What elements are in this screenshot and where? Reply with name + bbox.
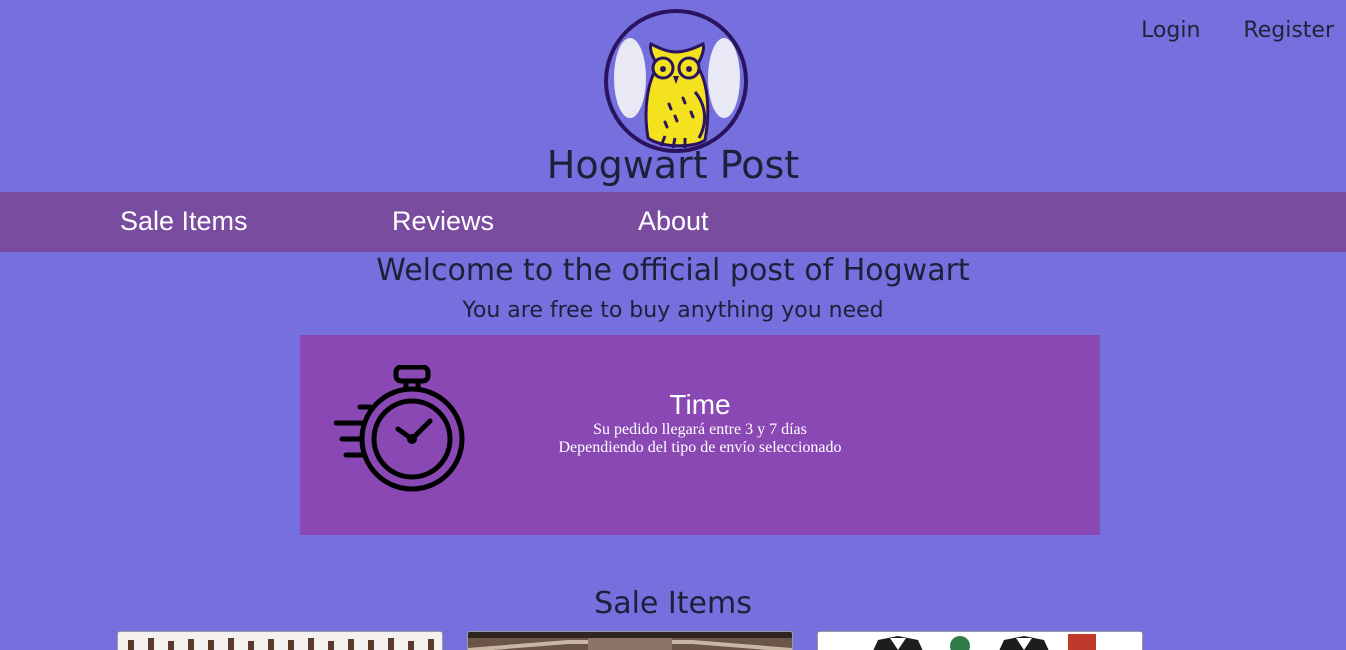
time-card-title: Time (669, 389, 731, 420)
main-nav: Sale Items Reviews About (0, 192, 1346, 252)
product-card-wood[interactable] (467, 631, 793, 650)
stopwatch-icon (334, 365, 465, 492)
nav-reviews[interactable]: Reviews (392, 206, 494, 237)
welcome-heading: Welcome to the official post of Hogwart (376, 253, 970, 288)
owl-logo (604, 9, 748, 153)
register-link[interactable]: Register (1243, 18, 1334, 43)
wood-image (468, 632, 792, 650)
sale-items-heading: Sale Items (594, 586, 752, 621)
login-link[interactable]: Login (1141, 18, 1200, 43)
nav-sale-items[interactable]: Sale Items (120, 206, 248, 237)
product-card-uniforms[interactable] (817, 631, 1143, 650)
uniforms-image (818, 632, 1142, 650)
wands-image (118, 632, 442, 650)
nav-about[interactable]: About (638, 206, 709, 237)
page: Login Register Hogwart Post Sale Items R… (0, 0, 1346, 650)
time-card-line-2: Dependiendo del tipo de envío selecciona… (558, 439, 842, 456)
product-card-wands[interactable] (117, 631, 443, 650)
delivery-time-card: Time Su pedido llegará entre 3 y 7 días … (300, 335, 1100, 535)
site-title: Hogwart Post (546, 143, 800, 187)
welcome-tagline: You are free to buy anything you need (462, 298, 884, 323)
auth-links: Login Register (1141, 18, 1334, 43)
time-card-line-1: Su pedido llegará entre 3 y 7 días (593, 421, 807, 438)
